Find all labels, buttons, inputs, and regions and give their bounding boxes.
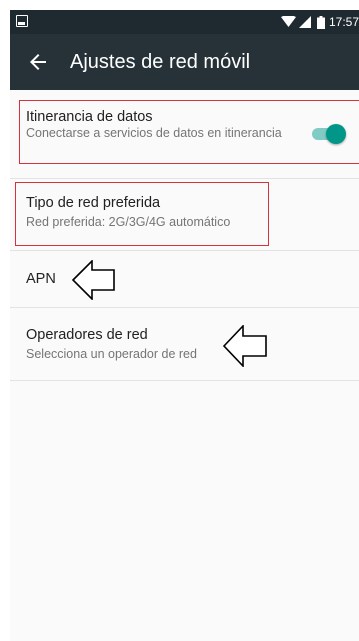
setting-apn[interactable]: APN	[10, 251, 359, 308]
arrow-left-icon[interactable]	[26, 50, 50, 74]
wifi-icon	[280, 16, 296, 27]
status-bar: 17:57	[10, 10, 359, 34]
setting-network-operators[interactable]: Operadores de red Selecciona un operador…	[10, 308, 359, 381]
setting-summary: Red preferida: 2G/3G/4G automático	[26, 215, 231, 229]
setting-text: Tipo de red preferida Red preferida: 2G/…	[26, 194, 230, 230]
status-icons: 17:57	[280, 10, 359, 34]
setting-data-roaming[interactable]: Itinerancia de datos Conectarse a servic…	[10, 90, 359, 179]
setting-summary: Selecciona un operador de red	[26, 347, 197, 361]
arrow-left-annotation-icon	[72, 260, 115, 300]
arrow-left-annotation-icon	[223, 325, 267, 367]
image-notification-icon	[16, 15, 28, 27]
battery-icon	[316, 15, 325, 29]
page-title: Ajustes de red móvil	[70, 51, 251, 73]
setting-title: Operadores de red	[26, 327, 148, 343]
status-time: 17:57	[328, 15, 359, 29]
signal-icon	[298, 16, 311, 28]
setting-preferred-network-type[interactable]: Tipo de red preferida Red preferida: 2G/…	[10, 179, 359, 251]
toggle-thumb	[326, 124, 346, 144]
setting-text: Itinerancia de datos Conectarse a servic…	[26, 108, 286, 141]
setting-title: APN	[26, 271, 56, 287]
setting-summary: Conectarse a servicios de datos en itine…	[26, 126, 282, 140]
app-bar: Ajustes de red móvil	[10, 34, 359, 90]
settings-list: Itinerancia de datos Conectarse a servic…	[10, 90, 359, 381]
setting-title: Itinerancia de datos	[26, 109, 153, 125]
roaming-toggle[interactable]	[310, 122, 348, 144]
setting-text: Operadores de red Selecciona un operador…	[26, 326, 197, 362]
phone-screen: 17:57 Ajustes de red móvil Itinerancia d…	[10, 10, 359, 641]
setting-title: Tipo de red preferida	[26, 195, 161, 211]
setting-text: APN	[26, 270, 56, 288]
